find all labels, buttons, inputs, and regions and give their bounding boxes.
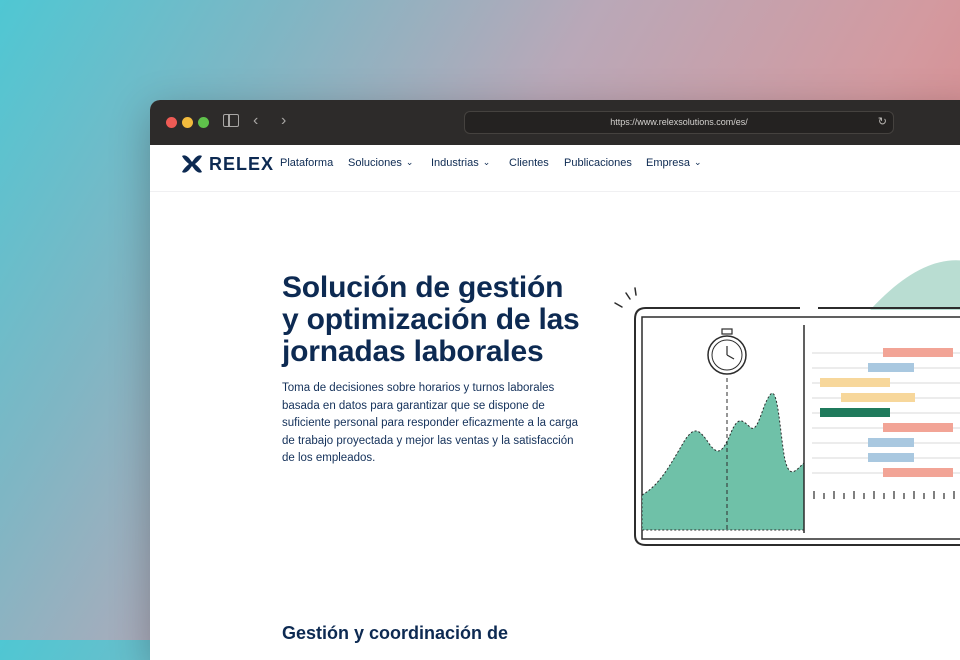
- reload-icon[interactable]: ↻: [878, 112, 887, 133]
- browser-titlebar: ‹ › https://www.relexsolutions.com/es/ ↻: [150, 100, 960, 145]
- close-window-button[interactable]: [166, 117, 177, 128]
- hero-description-line: de los empleados.: [282, 452, 376, 464]
- chevron-down-icon: ⌄: [482, 156, 491, 167]
- relex-logo[interactable]: RELEX: [181, 153, 274, 175]
- nav-item-label: Clientes: [509, 157, 549, 169]
- nav-item-industrias[interactable]: Industrias ⌄: [431, 156, 491, 170]
- site-navbar: RELEX Plataforma Soluciones ⌄ Industrias…: [150, 145, 960, 192]
- url-text: https://www.relexsolutions.com/es/: [610, 117, 748, 127]
- nav-item-clientes[interactable]: Clientes: [509, 157, 549, 169]
- decorative-hill: [870, 260, 960, 310]
- sparkle-marks-icon: [614, 287, 637, 308]
- nav-item-label: Soluciones: [348, 157, 402, 169]
- hero-description-line: suficiente personal para responder efica…: [282, 417, 578, 429]
- workforce-illustration: [614, 260, 960, 546]
- maximize-window-button[interactable]: [198, 117, 209, 128]
- minimize-window-button[interactable]: [182, 117, 193, 128]
- hero-description-line: basada en datos para garantizar que se d…: [282, 399, 545, 412]
- nav-item-publicaciones[interactable]: Publicaciones: [564, 157, 632, 169]
- hero-description: Toma de decisiones sobre horarios y turn…: [282, 380, 602, 468]
- back-arrow-icon[interactable]: ‹: [253, 113, 258, 129]
- hero-description-line: Toma de decisiones sobre horarios y turn…: [282, 382, 555, 394]
- browser-window: ‹ › https://www.relexsolutions.com/es/ ↻…: [150, 100, 960, 660]
- nav-item-soluciones[interactable]: Soluciones ⌄: [348, 156, 414, 170]
- nav-item-label: Plataforma: [280, 157, 334, 169]
- nav-item-label: Publicaciones: [564, 157, 632, 169]
- hero-title-line: y optimización de las: [282, 303, 580, 336]
- address-bar[interactable]: https://www.relexsolutions.com/es/ ↻: [464, 111, 894, 134]
- nav-item-label: Empresa: [646, 157, 691, 169]
- chevron-down-icon: ⌄: [405, 156, 414, 167]
- forward-arrow-icon[interactable]: ›: [281, 113, 286, 129]
- hero-title: Solución de gestión y optimización de la…: [282, 272, 612, 368]
- hero-title-line: Solución de gestión: [282, 271, 564, 304]
- hero-title-line: jornadas laborales: [282, 335, 544, 368]
- chevron-down-icon: ⌄: [694, 156, 702, 167]
- section-title: Gestión y coordinación de: [282, 623, 509, 643]
- sidebar-toggle-icon[interactable]: [223, 114, 239, 127]
- nav-item-plataforma[interactable]: Plataforma: [280, 157, 333, 169]
- brand-name: RELEX: [209, 153, 275, 174]
- nav-item-label: Industrias: [431, 157, 479, 169]
- relex-logo-icon: [182, 155, 202, 173]
- nav-item-empresa[interactable]: Empresa ⌄: [646, 156, 702, 170]
- hero-description-line: de trabajo proyectada y mejor las ventas…: [282, 434, 574, 447]
